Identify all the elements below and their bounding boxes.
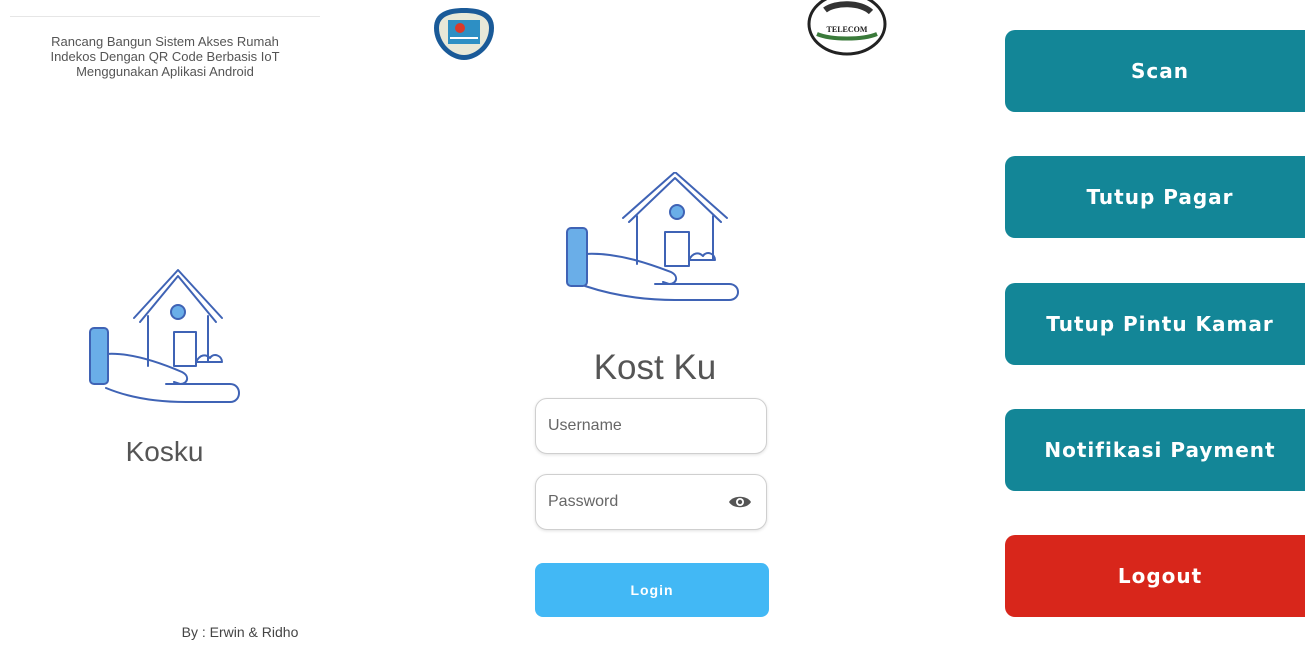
username-field[interactable] — [535, 398, 767, 454]
password-input[interactable] — [536, 475, 728, 529]
telecom-logo-text: TELECOM — [827, 25, 868, 34]
scan-button[interactable]: Scan — [1005, 30, 1305, 112]
app-title: Kost Ku — [593, 348, 717, 387]
menu-screen: Scan Tutup Pagar Tutup Pintu Kamar Notif… — [985, 0, 1305, 654]
logout-button[interactable]: Logout — [1005, 535, 1305, 617]
eye-icon[interactable] — [728, 494, 752, 510]
app-name: Kosku — [125, 436, 204, 467]
close-room-door-button[interactable]: Tutup Pintu Kamar — [1005, 283, 1305, 365]
payment-notification-button[interactable]: Notifikasi Payment — [1005, 409, 1305, 491]
login-button[interactable]: Login — [535, 563, 769, 617]
status-divider — [10, 16, 320, 17]
house-hand-icon — [89, 269, 240, 403]
username-input[interactable] — [536, 399, 728, 453]
house-hand-icon — [566, 172, 739, 301]
close-gate-button[interactable]: Tutup Pagar — [1005, 156, 1305, 238]
login-screen: TELECOM Kost Ku Login — [325, 0, 985, 654]
app-description: Rancang Bangun Sistem Akses Rumah Indeko… — [50, 34, 280, 79]
splash-screen: Rancang Bangun Sistem Akses Rumah Indeko… — [0, 0, 325, 654]
password-field[interactable] — [535, 474, 767, 530]
university-seal-logo — [434, 8, 494, 60]
telecom-logo: TELECOM — [807, 0, 887, 56]
